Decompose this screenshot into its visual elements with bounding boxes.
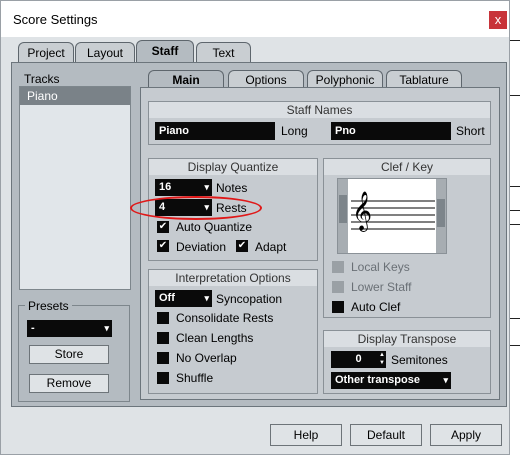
- syncopation-label: Syncopation: [216, 292, 283, 306]
- background-staff-line: [510, 318, 520, 319]
- track-item-piano[interactable]: Piano: [20, 87, 130, 105]
- auto-clef-checkbox[interactable]: [332, 301, 344, 313]
- interpretation-header: Interpretation Options: [149, 270, 317, 286]
- clef-key-header: Clef / Key: [324, 159, 490, 175]
- clean-lengths-checkbox[interactable]: [157, 332, 169, 344]
- annotation-ellipse: [130, 196, 262, 220]
- chevron-down-icon: ▾: [443, 375, 448, 385]
- background-staff-line: [510, 224, 520, 225]
- title-bar[interactable]: Score Settings x: [1, 1, 509, 37]
- display-quantize-header: Display Quantize: [149, 159, 317, 175]
- presets-label: Presets: [25, 299, 72, 313]
- tab-project[interactable]: Project: [18, 42, 74, 64]
- auto-quantize-label: Auto Quantize: [176, 220, 253, 234]
- apply-button[interactable]: Apply: [430, 424, 502, 446]
- transpose-dropdown[interactable]: Other transpose ▾: [331, 372, 451, 389]
- spin-arrows-icon[interactable]: ▲ ▼: [379, 351, 385, 367]
- background-staff-line: [510, 345, 520, 346]
- clean-lengths-label: Clean Lengths: [176, 331, 254, 345]
- window-title: Score Settings: [13, 12, 98, 27]
- short-name-label: Short: [456, 124, 485, 138]
- background-staff-line: [510, 40, 520, 41]
- remove-button[interactable]: Remove: [29, 374, 109, 393]
- display-transpose-header: Display Transpose: [324, 331, 490, 347]
- local-keys-checkbox[interactable]: [332, 261, 344, 273]
- tab-layout[interactable]: Layout: [75, 42, 135, 64]
- presets-dropdown[interactable]: - ▾: [27, 320, 112, 337]
- help-button[interactable]: Help: [270, 424, 342, 446]
- staff-names-header: Staff Names: [149, 102, 490, 118]
- tracks-label: Tracks: [24, 72, 60, 86]
- tab-staff[interactable]: Staff: [136, 40, 194, 64]
- default-button[interactable]: Default: [350, 424, 422, 446]
- background-staff-line: [510, 210, 520, 211]
- tracks-list[interactable]: Piano: [19, 86, 131, 290]
- lower-staff-checkbox[interactable]: [332, 281, 344, 293]
- adapt-label: Adapt: [255, 240, 287, 254]
- transpose-value: Other transpose: [335, 374, 420, 386]
- short-name-input[interactable]: Pno: [331, 122, 451, 140]
- lower-staff-label: Lower Staff: [351, 280, 412, 294]
- long-name-input[interactable]: Piano: [155, 122, 275, 140]
- tracks-group: Tracks Piano: [19, 72, 131, 290]
- store-button[interactable]: Store: [29, 345, 109, 364]
- semitones-value: 0: [355, 353, 362, 365]
- spin-down-icon[interactable]: ▼: [379, 360, 385, 366]
- deviation-checkbox[interactable]: ✔: [157, 240, 169, 252]
- auto-quantize-checkbox[interactable]: ✔: [157, 221, 169, 233]
- semitones-stepper[interactable]: 0 ▲ ▼: [331, 351, 386, 368]
- auto-clef-label: Auto Clef: [351, 300, 401, 314]
- chevron-down-icon: ▾: [104, 323, 109, 333]
- chevron-down-icon: ▾: [204, 182, 209, 192]
- notes-label: Notes: [216, 181, 248, 195]
- long-name-label: Long: [281, 124, 308, 138]
- syncopation-dropdown[interactable]: Off ▾: [155, 290, 212, 307]
- background-staff-line: [510, 95, 520, 96]
- consolidate-rests-checkbox[interactable]: [157, 312, 169, 324]
- notes-value: 16: [159, 181, 172, 193]
- local-keys-label: Local Keys: [351, 260, 410, 274]
- no-overlap-label: No Overlap: [176, 351, 237, 365]
- background-staff-line: [510, 186, 520, 187]
- presets-value: -: [31, 322, 35, 334]
- syncopation-value: Off: [159, 292, 175, 304]
- treble-clef-icon: 𝄞: [352, 191, 373, 231]
- semitones-label: Semitones: [391, 353, 448, 367]
- deviation-label: Deviation: [176, 240, 227, 254]
- shuffle-checkbox[interactable]: [157, 372, 169, 384]
- close-button[interactable]: x: [489, 11, 507, 29]
- clef-preview[interactable]: 𝄞: [337, 178, 447, 254]
- scroll-thumb[interactable]: [339, 195, 347, 223]
- adapt-checkbox[interactable]: ✔: [236, 240, 248, 252]
- spin-up-icon[interactable]: ▲: [379, 352, 385, 358]
- clef-scrollbar-left[interactable]: [338, 179, 348, 253]
- consolidate-rests-label: Consolidate Rests: [176, 311, 274, 325]
- chevron-down-icon: ▾: [204, 293, 209, 303]
- notes-dropdown[interactable]: 16 ▾: [155, 179, 212, 196]
- no-overlap-checkbox[interactable]: [157, 352, 169, 364]
- scroll-thumb[interactable]: [437, 199, 445, 227]
- tab-text[interactable]: Text: [196, 42, 251, 64]
- clef-scrollbar-right[interactable]: [436, 179, 446, 253]
- shuffle-label: Shuffle: [176, 371, 214, 385]
